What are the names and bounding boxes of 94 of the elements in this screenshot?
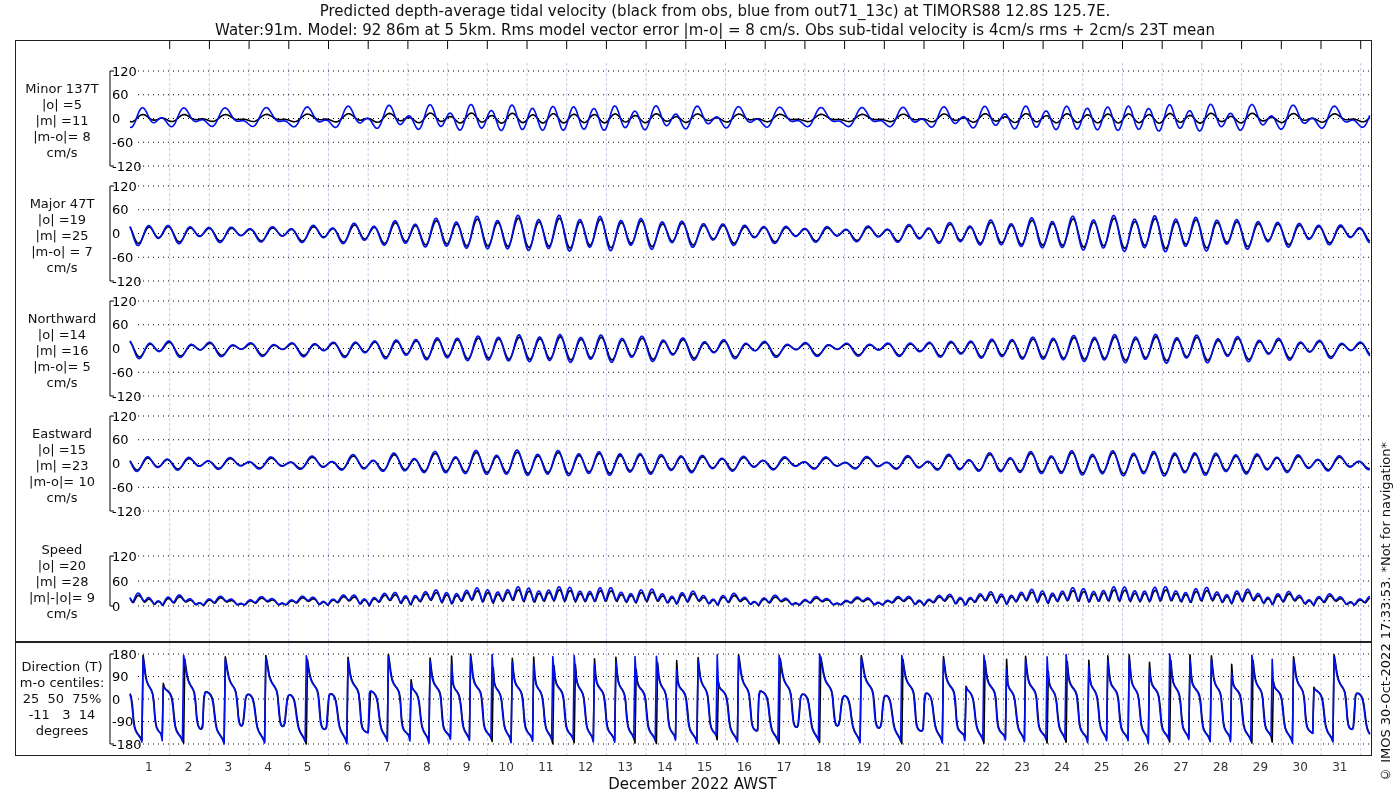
day-tick-label: 6 <box>343 760 352 774</box>
day-tick-label: 4 <box>264 760 272 774</box>
day-tick-label: 1 <box>145 760 153 774</box>
axis-tick-label: -120 <box>112 158 142 174</box>
day-tick-label: 8 <box>422 760 431 774</box>
day-tick-label: 30 <box>1292 760 1308 774</box>
axis-tick-label: 60 <box>112 87 129 103</box>
panel-label: |o| =14 <box>37 326 87 343</box>
day-tick-label: 28 <box>1213 760 1229 774</box>
panel-label: Major 47T <box>29 195 95 212</box>
day-tick-label: 7 <box>383 760 391 774</box>
axis-tick-label: 0 <box>112 226 121 241</box>
chart-title: Predicted depth-average tidal velocity (black from obs, blue from out71_13c) at TIMORS88 12.8S 125.7E. <box>319 2 1111 21</box>
day-tick-label: 24 <box>1054 760 1070 774</box>
axis-tick-label: -60 <box>112 249 134 265</box>
day-tick-label: 9 <box>462 760 471 774</box>
panel-label: Eastward <box>32 425 92 442</box>
day-tick-label: 27 <box>1173 760 1189 774</box>
day-tick-label: 17 <box>776 760 792 774</box>
panel-label: |o| =15 <box>37 441 87 458</box>
axis-tick-label: -120 <box>112 388 142 404</box>
axis-tick-label: -60 <box>112 364 134 380</box>
axis-tick-label: -90 <box>112 714 134 729</box>
axis-tick-label: 0 <box>112 456 121 471</box>
day-tick-label: 13 <box>617 760 633 774</box>
panel-label: |m| =11 <box>35 112 89 129</box>
day-tick-label: 2 <box>184 760 193 774</box>
chart-title: Water:91m. Model: 92 86m at 5 5km. Rms model vector error |m-o| = 8 cm/s. Obs sub-tidal velocity is 4cm/s rms + 2cm/s 23T mean <box>215 21 1215 40</box>
panel-label: cm/s <box>46 144 78 161</box>
copyright-note: © IMOS 30-Oct-2022 17:33:53. *Not for navigation* <box>1378 442 1393 782</box>
panel-label: |o| =20 <box>37 558 87 574</box>
axis-tick-label: 90 <box>112 669 129 684</box>
panel-label: -11 3 14 <box>28 707 96 723</box>
day-tick-label: 31 <box>1332 760 1348 774</box>
axis-tick-label: 120 <box>112 548 137 564</box>
panel-label: cm/s <box>46 606 78 622</box>
axis-tick-label: 60 <box>112 573 129 589</box>
axis-tick-label: 60 <box>112 202 129 218</box>
panel-label: |m-o|= 8 <box>33 128 91 145</box>
axis-tick-label: 120 <box>112 408 137 424</box>
day-tick-label: 16 <box>736 760 752 774</box>
day-tick-label: 3 <box>224 760 233 774</box>
axis-tick-label: 0 <box>112 341 121 356</box>
day-tick-label: 11 <box>538 760 554 774</box>
day-tick-label: 19 <box>855 760 872 774</box>
axis-tick-label: 0 <box>112 111 121 126</box>
axis-tick-label: 120 <box>112 293 137 309</box>
day-tick-label: 23 <box>1014 760 1030 774</box>
panel-label: m-o centiles: <box>19 675 105 691</box>
axis-tick-label: 0 <box>112 598 121 614</box>
y-axis <box>109 555 115 607</box>
panel-label: |m| =25 <box>35 227 89 244</box>
panel-label: cm/s <box>46 374 78 391</box>
axis-tick-label: -180 <box>112 736 142 752</box>
axis-tick-label: -120 <box>112 273 142 289</box>
axis-tick-label: -120 <box>112 503 142 519</box>
day-tick-label: 18 <box>816 760 832 774</box>
day-tick-label: 5 <box>303 760 312 774</box>
panel-label: Minor 137T <box>25 80 99 97</box>
panel-label: Northward <box>27 310 97 327</box>
day-tick-label: 20 <box>895 760 911 774</box>
panel-label: |o| =19 <box>37 211 87 228</box>
panel-label: |m-o| = 7 <box>31 243 93 260</box>
day-tick-label: 12 <box>577 760 594 774</box>
panel-label: 25 50 75% <box>22 691 102 707</box>
panel-label: cm/s <box>46 259 78 276</box>
day-tick-label: 25 <box>1094 760 1110 774</box>
panel-label: |m-o|= 5 <box>33 358 91 375</box>
axis-tick-label: 120 <box>112 63 137 79</box>
day-tick-label: 29 <box>1252 760 1269 774</box>
day-tick-label: 22 <box>974 760 991 774</box>
day-tick-label: 15 <box>697 760 713 774</box>
panel-label: |m-o|= 10 <box>29 473 95 490</box>
panel-label: |m| =28 <box>35 574 89 590</box>
axis-tick-label: 120 <box>112 178 137 194</box>
axis-tick-label: 60 <box>112 432 129 448</box>
panel-label: |m| =16 <box>35 342 89 359</box>
day-tick-label: 21 <box>935 760 951 774</box>
axis-tick-label: -60 <box>112 479 134 495</box>
panel-label: Speed <box>41 542 83 558</box>
axis-tick-label: 0 <box>112 691 121 707</box>
day-tick-label: 14 <box>657 760 673 774</box>
x-axis-label: December 2022 AWST <box>607 776 778 792</box>
panel-label: |o| =5 <box>42 96 82 113</box>
axis-tick-label: 180 <box>112 646 137 662</box>
axis-tick-label: 60 <box>112 317 129 333</box>
axis-tick-label: -60 <box>112 134 134 150</box>
panel-label: Direction (T) <box>21 659 103 675</box>
day-tick-label: 26 <box>1133 760 1149 774</box>
panel-label: |m| =23 <box>35 457 89 474</box>
day-tick-label: 10 <box>498 760 514 774</box>
panel-label: |m|-|o|= 9 <box>28 590 96 606</box>
panel-label: cm/s <box>46 489 78 506</box>
panel-label: degrees <box>35 723 89 739</box>
